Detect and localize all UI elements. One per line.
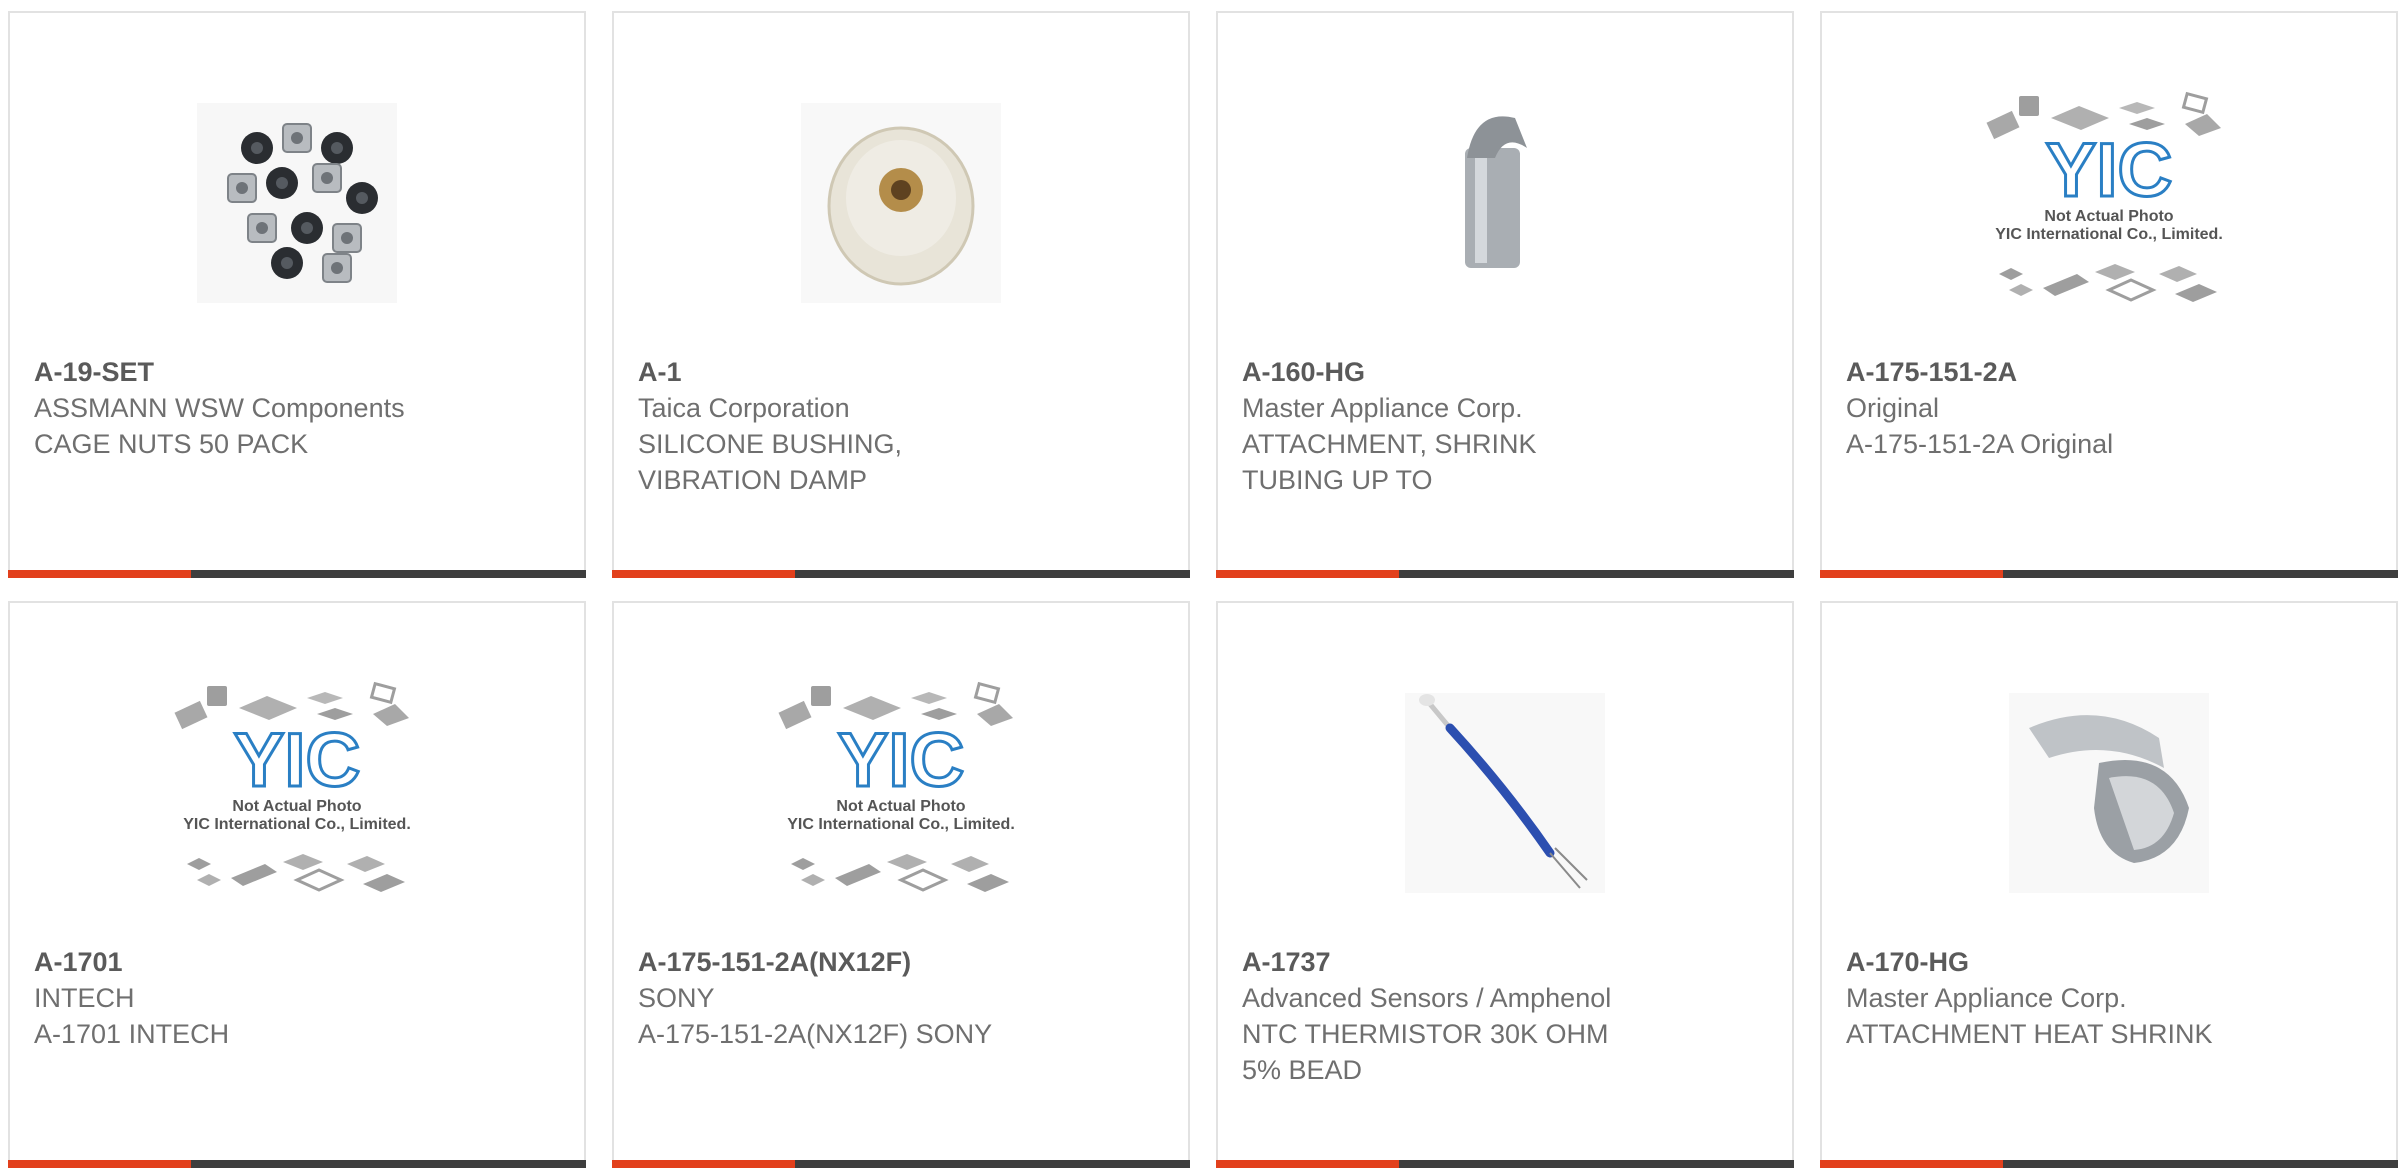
svg-text:YIC: YIC bbox=[234, 718, 361, 803]
svg-text:YIC: YIC bbox=[838, 718, 965, 803]
svg-text:Not Actual Photo: Not Actual Photo bbox=[232, 798, 361, 815]
part-number-link[interactable]: A-1 bbox=[638, 354, 1164, 390]
manufacturer-name: Original bbox=[1846, 393, 1940, 423]
svg-text:YIC: YIC bbox=[2046, 128, 2173, 213]
product-card[interactable]: YIC Not Actual Photo YIC International Co.… bbox=[1820, 11, 2398, 578]
product-card[interactable]: A-170-HG Master Appliance Corp. ATTACHMENT… bbox=[1820, 601, 2398, 1168]
manufacturer-name: Taica Corporation bbox=[638, 393, 850, 423]
card-bottom-bar bbox=[1820, 570, 2398, 578]
part-number-link[interactable]: A-19-SET bbox=[34, 354, 560, 390]
product-info: A-1701 INTECH A-1701 INTECH bbox=[34, 944, 560, 1052]
part-number-link[interactable]: A-1737 bbox=[1242, 944, 1768, 980]
product-description: ATTACHMENT HEAT SHRINK bbox=[1846, 1019, 2213, 1049]
product-description: CAGE NUTS 50 PACK bbox=[34, 429, 309, 459]
svg-text:Not Actual Photo: Not Actual Photo bbox=[836, 798, 965, 815]
product-card[interactable]: A-1 Taica Corporation SILICONE BUSHING, VIB… bbox=[612, 11, 1190, 578]
product-info: A-1 Taica Corporation SILICONE BUSHING, VIB… bbox=[638, 354, 1164, 498]
product-image[interactable] bbox=[1822, 663, 2396, 923]
card-accent-bar bbox=[1216, 570, 1399, 578]
product-image[interactable]: YIC Not Actual Photo YIC International Co.… bbox=[10, 663, 584, 923]
svg-text:Not Actual Photo: Not Actual Photo bbox=[2044, 208, 2173, 225]
cage-nuts-image bbox=[197, 103, 397, 303]
product-description: A-175-151-2A(NX12F) SONY bbox=[638, 1019, 993, 1049]
product-info: A-160-HG Master Appliance Corp. ATTACHMENT… bbox=[1242, 354, 1768, 498]
product-description: A-175-151-2A Original bbox=[1846, 429, 2114, 459]
part-number-link[interactable]: A-160-HG bbox=[1242, 354, 1768, 390]
product-image[interactable]: YIC Not Actual Photo YIC International Co.… bbox=[614, 663, 1188, 923]
heat-shrink-attachment-image bbox=[2009, 693, 2209, 893]
card-accent-bar bbox=[8, 570, 191, 578]
product-info: A-170-HG Master Appliance Corp. ATTACHMENT… bbox=[1846, 944, 2372, 1052]
product-image[interactable] bbox=[1218, 663, 1792, 923]
product-card[interactable]: A-19-SET ASSMANN WSW Components CAGE NUTS … bbox=[8, 11, 586, 578]
product-card[interactable]: A-160-HG Master Appliance Corp. ATTACHMENT… bbox=[1216, 11, 1794, 578]
svg-text:YIC International Co., Limited: YIC International Co., Limited. bbox=[787, 816, 1015, 833]
yic-placeholder-image: YICNot Actual PhotoYIC International Co.… bbox=[778, 681, 1015, 892]
manufacturer-name: INTECH bbox=[34, 983, 135, 1013]
part-number-link[interactable]: A-175-151-2A(NX12F) bbox=[638, 944, 1164, 980]
manufacturer-name: SONY bbox=[638, 983, 715, 1013]
product-info: A-19-SET ASSMANN WSW Components CAGE NUTS … bbox=[34, 354, 560, 462]
svg-text:YIC International Co., Limited: YIC International Co., Limited. bbox=[1995, 226, 2223, 243]
product-description: SILICONE BUSHING, bbox=[638, 429, 903, 459]
manufacturer-name: Advanced Sensors / Amphenol bbox=[1242, 983, 1612, 1013]
shrink-attachment-image bbox=[1465, 116, 1527, 268]
product-image[interactable]: YIC Not Actual Photo YIC International Co.… bbox=[1822, 73, 2396, 333]
product-image[interactable] bbox=[1218, 73, 1792, 333]
card-bottom-bar bbox=[612, 570, 1190, 578]
product-description: VIBRATION DAMP bbox=[638, 465, 868, 495]
product-info: A-1737 Advanced Sensors / Amphenol NTC THE… bbox=[1242, 944, 1768, 1088]
product-description: TUBING UP TO bbox=[1242, 465, 1433, 495]
manufacturer-name: Master Appliance Corp. bbox=[1242, 393, 1523, 423]
product-card[interactable]: YIC Not Actual Photo YIC International Co.… bbox=[8, 601, 586, 1168]
part-number-link[interactable]: A-175-151-2A bbox=[1846, 354, 2372, 390]
product-image[interactable] bbox=[10, 73, 584, 333]
yic-placeholder-image: YICNot Actual PhotoYIC International Co.… bbox=[1986, 91, 2223, 302]
silicone-bushing-image bbox=[801, 103, 1001, 303]
product-card[interactable]: A-1737 Advanced Sensors / Amphenol NTC THE… bbox=[1216, 601, 1794, 1168]
product-description: ATTACHMENT, SHRINK bbox=[1242, 429, 1537, 459]
thermistor-image bbox=[1405, 693, 1605, 893]
part-number-link[interactable]: A-170-HG bbox=[1846, 944, 2372, 980]
manufacturer-name: Master Appliance Corp. bbox=[1846, 983, 2127, 1013]
product-description: NTC THERMISTOR 30K OHM bbox=[1242, 1019, 1609, 1049]
product-description: 5% BEAD bbox=[1242, 1055, 1363, 1085]
part-number-link[interactable]: A-1701 bbox=[34, 944, 560, 980]
yic-placeholder-image: YICNot Actual PhotoYIC International Co.… bbox=[174, 681, 411, 892]
product-info: A-175-151-2A Original A-175-151-2A Origina… bbox=[1846, 354, 2372, 462]
product-description: A-1701 INTECH bbox=[34, 1019, 230, 1049]
card-accent-bar bbox=[612, 570, 795, 578]
product-info: A-175-151-2A(NX12F) SONY A-175-151-2A(NX12… bbox=[638, 944, 1164, 1052]
card-bottom-bar bbox=[1216, 570, 1794, 578]
card-bottom-bar bbox=[8, 570, 586, 578]
product-card[interactable]: YIC Not Actual Photo YIC International Co.… bbox=[612, 601, 1190, 1168]
svg-text:YIC International Co., Limited: YIC International Co., Limited. bbox=[183, 816, 411, 833]
manufacturer-name: ASSMANN WSW Components bbox=[34, 393, 405, 423]
card-accent-bar bbox=[1820, 570, 2003, 578]
product-image[interactable] bbox=[614, 73, 1188, 333]
product-grid: A-19-SET ASSMANN WSW Components CAGE NUTS … bbox=[0, 0, 2400, 1168]
